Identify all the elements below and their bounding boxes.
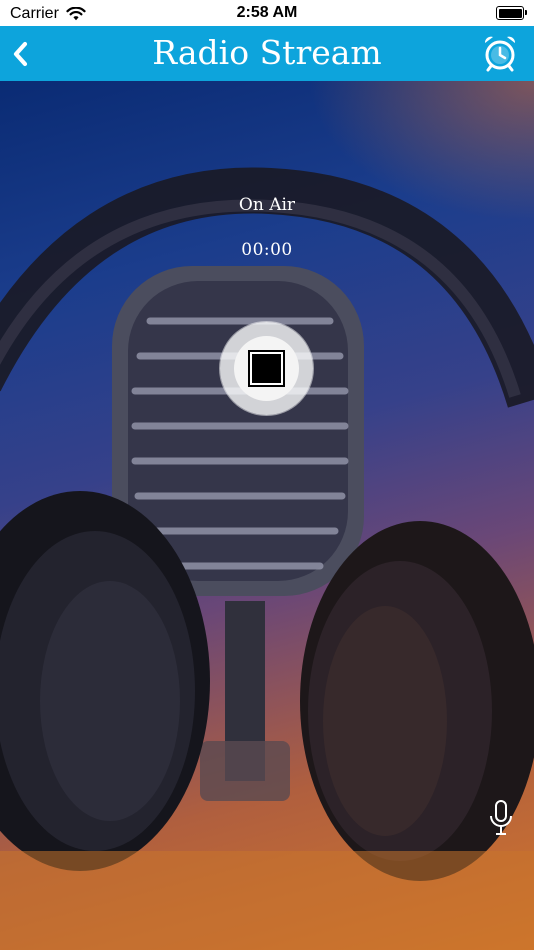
alarm-clock-icon[interactable] [482,34,518,72]
status-bar: Carrier 2:58 AM [0,0,534,26]
elapsed-time: 00:00 [241,240,293,260]
stream-status: On Air [238,195,296,215]
stop-button[interactable] [220,322,313,415]
navigation-bar: Radio Stream [0,26,534,81]
battery-icon [496,6,527,20]
stop-button-inner [234,336,299,401]
stop-icon [250,352,283,385]
microphone-icon[interactable] [488,799,514,837]
page-title: Radio Stream [152,33,382,72]
status-time: 2:58 AM [236,4,298,21]
hero-background: On Air 00:00 [0,81,534,950]
